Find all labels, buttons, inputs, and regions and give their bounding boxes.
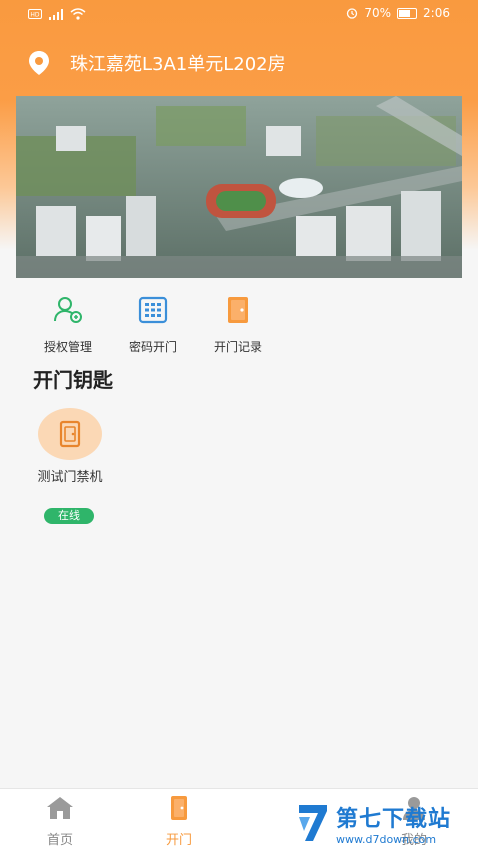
quick-action-label: 授权管理 bbox=[43, 340, 92, 354]
door-key-icon-circle bbox=[38, 408, 102, 460]
watermark-text: 第七下载站 www.d7down.com bbox=[336, 801, 451, 846]
address-text: 珠江嘉苑L3A1单元L202房 bbox=[70, 54, 286, 75]
door-icon bbox=[59, 420, 81, 448]
tab-label: 首页 bbox=[46, 833, 73, 848]
app-screen: HD 70% 2:06 珠江嘉苑L3A1单元L202房 授权管理 密码开门 开门… bbox=[0, 0, 478, 850]
watermark-title: 第七下载站 bbox=[336, 806, 452, 832]
status-right-icons: 70% 2:06 bbox=[346, 6, 450, 20]
home-icon bbox=[47, 797, 73, 819]
location-pin-icon bbox=[29, 51, 49, 75]
battery-percent: 70% bbox=[364, 6, 392, 20]
online-status-badge: 在线 bbox=[44, 508, 94, 524]
download-site-watermark: 第七下载站 www.d7down.com bbox=[296, 796, 478, 850]
svg-text:HD: HD bbox=[30, 12, 40, 19]
clock-time: 2:06 bbox=[423, 6, 450, 20]
community-banner-image[interactable] bbox=[16, 96, 462, 278]
user-auth-icon bbox=[54, 297, 82, 323]
signal-icon bbox=[49, 8, 63, 20]
quick-action-password-open[interactable]: 密码开门 bbox=[108, 294, 198, 355]
d7-logo-icon bbox=[299, 805, 327, 841]
tab-home[interactable]: 首页 bbox=[30, 795, 90, 848]
alarm-icon bbox=[347, 8, 358, 19]
quick-action-door-records[interactable]: 开门记录 bbox=[193, 294, 283, 355]
door-icon bbox=[171, 796, 187, 820]
community-address-selector[interactable]: 珠江嘉苑L3A1单元L202房 bbox=[28, 50, 286, 76]
door-record-icon bbox=[228, 297, 248, 323]
tab-open-door[interactable]: 开门 bbox=[149, 795, 209, 848]
quick-action-label: 开门记录 bbox=[213, 340, 262, 354]
door-key-label: 测试门禁机 bbox=[37, 470, 103, 485]
status-left-icons: HD bbox=[28, 8, 86, 20]
battery-icon bbox=[397, 7, 418, 19]
aerial-photo bbox=[16, 96, 462, 278]
hd-icon: HD bbox=[28, 9, 42, 19]
door-key-card[interactable]: 测试门禁机 bbox=[28, 408, 112, 485]
quick-action-auth-management[interactable]: 授权管理 bbox=[23, 294, 113, 355]
quick-actions-bar: 授权管理 密码开门 开门记录 bbox=[0, 290, 478, 360]
wifi-icon bbox=[70, 8, 86, 20]
keys-section-title: 开门钥匙 bbox=[33, 368, 113, 392]
watermark-url: www.d7down.com bbox=[336, 832, 437, 846]
keypad-icon bbox=[138, 296, 168, 324]
status-bar: HD 70% 2:06 bbox=[0, 0, 478, 30]
quick-action-label: 密码开门 bbox=[128, 340, 177, 354]
tab-label: 开门 bbox=[165, 833, 192, 848]
